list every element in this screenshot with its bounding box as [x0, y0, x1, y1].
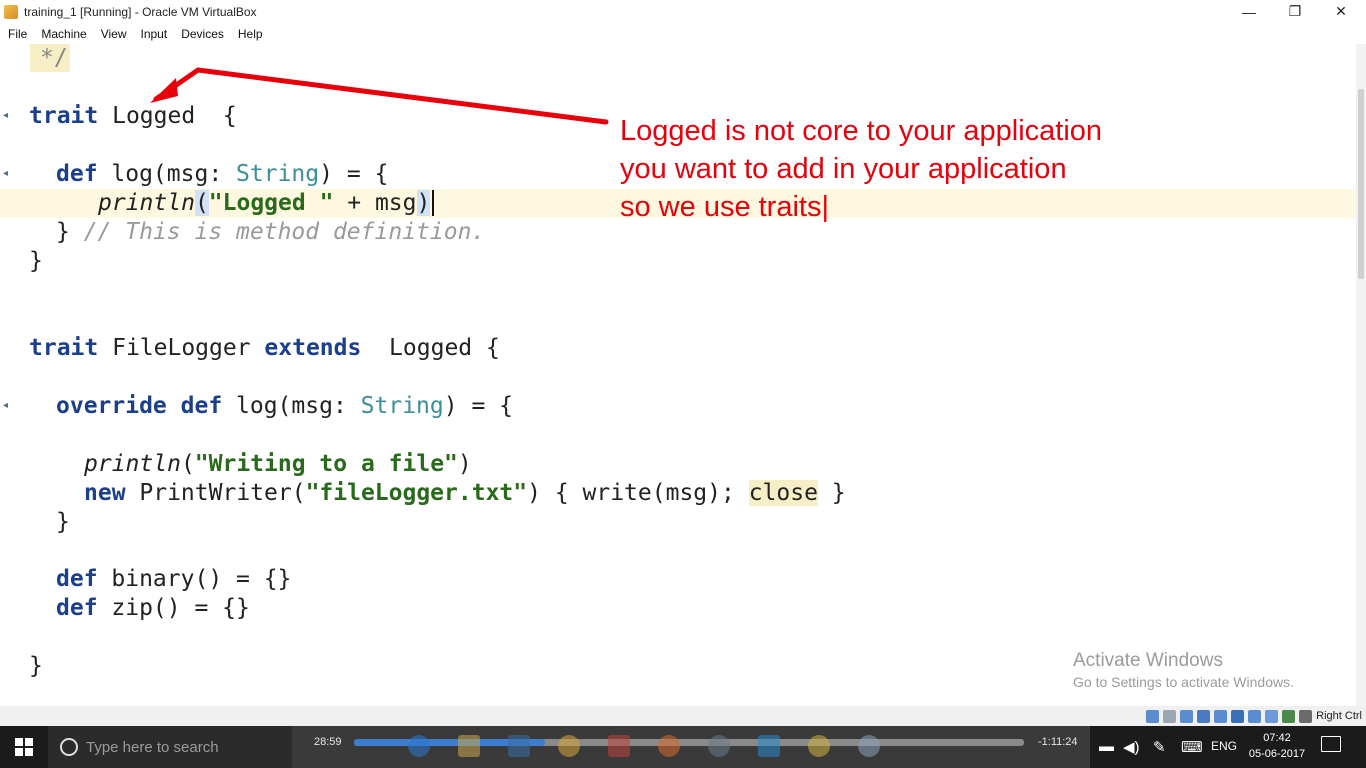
windows-logo-icon	[15, 738, 33, 756]
menu-input[interactable]: Input	[133, 27, 174, 41]
code-line-trait-filelogger: trait FileLogger extends Logged {	[29, 335, 500, 361]
pen-icon[interactable]: ✎	[1153, 738, 1166, 756]
code-line-println-logged: println("Logged " + msg)	[98, 189, 435, 218]
text-cursor	[432, 190, 435, 216]
keyboard-icon[interactable]: ⌨	[1181, 738, 1203, 756]
volume-icon[interactable]: ◀)	[1123, 738, 1140, 756]
menu-devices[interactable]: Devices	[173, 27, 230, 41]
virtualbox-taskbar-icon[interactable]	[758, 735, 780, 757]
annotation-line: you want to add in your application	[620, 153, 1067, 185]
input-language[interactable]: ENG	[1211, 739, 1237, 753]
restore-button[interactable]: ❐	[1272, 0, 1318, 23]
code-line-def-log: def log(msg: String) = {	[56, 161, 389, 187]
network-tray-icon[interactable]: ▬	[1099, 738, 1114, 755]
vbox-status-bar: Right Ctrl	[0, 706, 1366, 726]
display-icon[interactable]	[1248, 709, 1262, 723]
file-explorer-icon[interactable]	[458, 735, 480, 757]
cpu-icon[interactable]	[1282, 709, 1296, 723]
code-line-new-printwriter: new PrintWriter("fileLogger.txt") { writ…	[84, 480, 846, 506]
annotation-text: Logged is not core to your application y…	[620, 112, 1102, 226]
gutter-marker-icon: ◂	[3, 400, 9, 411]
app-icon[interactable]	[858, 735, 880, 757]
code-line-close-comment: } // This is method definition.	[56, 219, 486, 245]
minimize-button[interactable]: —	[1226, 0, 1272, 23]
audio-icon[interactable]	[1180, 709, 1194, 723]
virtualbox-app-icon	[4, 4, 18, 19]
restore-icon: ❐	[1288, 3, 1302, 19]
code-line-def-zip: def zip() = {}	[56, 595, 250, 621]
code-line-close-brace: }	[29, 653, 43, 679]
host-key-label: Right Ctrl	[1316, 710, 1362, 722]
window-title: training_1 [Running] - Oracle VM Virtual…	[24, 4, 257, 19]
code-line-close-brace: }	[29, 248, 43, 274]
code-line-println-file: println("Writing to a file")	[84, 451, 472, 477]
annotation-line: Logged is not core to your application	[620, 115, 1103, 147]
activate-windows-watermark: Activate Windows Go to Settings to activ…	[1073, 650, 1294, 690]
menu-help[interactable]: Help	[230, 27, 269, 41]
clock-date: 05-06-2017	[1248, 748, 1306, 760]
chrome-icon[interactable]	[558, 735, 580, 757]
gutter-marker-icon: ◂	[3, 110, 9, 121]
media-remaining-time: -1:11:24	[1038, 736, 1078, 748]
editor-scrollbar[interactable]	[1356, 44, 1366, 706]
code-line-def-binary: def binary() = {}	[56, 566, 292, 592]
title-bar: training_1 [Running] - Oracle VM Virtual…	[0, 0, 1366, 23]
app-icon[interactable]	[608, 735, 630, 757]
gutter-marker-icon: ◂	[3, 168, 9, 179]
app-icon[interactable]	[808, 735, 830, 757]
clock[interactable]: 07:42 05-06-2017	[1247, 730, 1307, 762]
usb-icon[interactable]	[1214, 709, 1228, 723]
firefox-icon[interactable]	[658, 735, 680, 757]
minimize-icon: —	[1242, 3, 1256, 20]
code-line-override: override def log(msg: String) = {	[56, 393, 513, 419]
menu-view[interactable]: View	[93, 27, 133, 41]
store-icon[interactable]	[508, 735, 530, 757]
system-tray: ▬ ◀) ✎ ⌨ ENG 07:42 05-06-2017	[1095, 726, 1366, 768]
close-button[interactable]: ✕	[1318, 0, 1364, 23]
hard-disk-icon[interactable]	[1146, 709, 1160, 723]
mouse-integration-icon[interactable]	[1299, 709, 1313, 723]
menu-file[interactable]: File	[0, 27, 33, 41]
code-line-trait-logged: trait Logged {	[29, 103, 237, 129]
start-button[interactable]	[0, 726, 48, 768]
scrollbar-thumb[interactable]	[1358, 89, 1364, 279]
search-placeholder: Type here to search	[86, 738, 219, 756]
video-capture-icon[interactable]	[1265, 709, 1279, 723]
edge-browser-icon[interactable]	[408, 735, 430, 757]
notification-center-icon[interactable]	[1321, 736, 1341, 752]
network-icon[interactable]	[1197, 709, 1211, 723]
annotation-line: so we use traits|	[620, 191, 830, 223]
taskbar: Type here to search 28:59 -1:11:24 ▬ ◀) …	[0, 726, 1366, 768]
media-player-controls: 28:59 -1:11:24	[292, 726, 1090, 768]
taskbar-search-box[interactable]: Type here to search	[48, 726, 292, 768]
comment-close-line: */	[40, 45, 68, 71]
close-icon: ✕	[1335, 3, 1347, 19]
shared-folders-icon[interactable]	[1231, 709, 1245, 723]
media-elapsed-time: 28:59	[314, 736, 342, 748]
clock-time: 07:42	[1263, 732, 1291, 744]
menu-machine[interactable]: Machine	[33, 27, 92, 41]
optical-drive-icon[interactable]	[1163, 709, 1177, 723]
menu-bar: File Machine View Input Devices Help	[0, 23, 1366, 44]
code-line-close-brace: }	[56, 509, 70, 535]
search-icon	[60, 738, 78, 756]
app-icon[interactable]	[708, 735, 730, 757]
